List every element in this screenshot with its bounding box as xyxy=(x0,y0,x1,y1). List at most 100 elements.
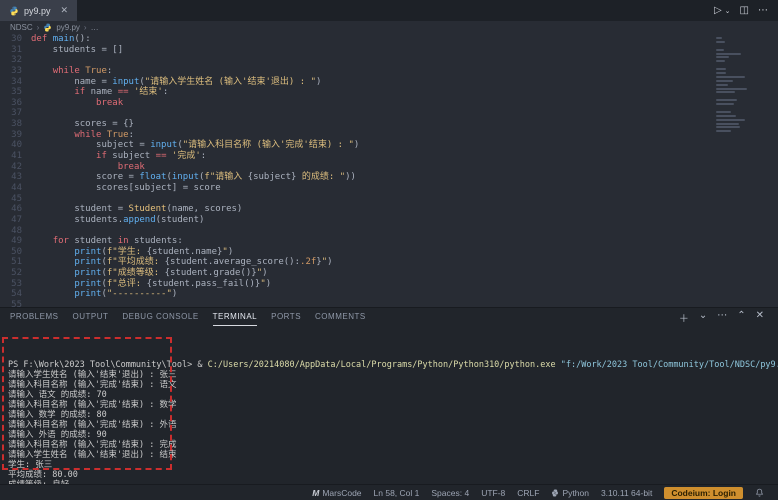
code-line[interactable]: 47 students.append(student) xyxy=(0,215,778,226)
marscode-status[interactable]: MMarsCode xyxy=(306,488,367,498)
panel-tab-problems[interactable]: PROBLEMS xyxy=(10,309,58,326)
panel-tab-comments[interactable]: COMMENTS xyxy=(315,309,366,326)
code-line[interactable]: 31 students = [] xyxy=(0,45,778,56)
encoding[interactable]: UTF-8 xyxy=(475,488,511,498)
bottom-panel: PROBLEMS OUTPUT DEBUG CONSOLE TERMINAL PORTS… xyxy=(0,307,778,484)
line-number: 40 xyxy=(0,140,31,151)
line-number: 39 xyxy=(0,130,31,141)
tab-py9[interactable]: py9.py ✕ xyxy=(0,0,77,21)
code-line[interactable]: 33 while True: xyxy=(0,66,778,77)
close-icon[interactable]: ✕ xyxy=(61,5,69,16)
code-line[interactable]: 43 score = float(input(f"请输入 {subject} 的… xyxy=(0,172,778,183)
line-number: 53 xyxy=(0,279,31,290)
terminal-line[interactable]: 请输入学生姓名 (输入'结束'退出) : 结束 xyxy=(8,450,778,460)
line-number: 45 xyxy=(0,194,31,205)
close-panel-button[interactable]: ✕ xyxy=(756,310,764,325)
terminal-line[interactable]: 请输入科目名称 (输入'完成'结束) : 语文 xyxy=(8,380,778,390)
python-interpreter[interactable]: 3.10.11 64-bit xyxy=(595,488,658,498)
code-line[interactable]: 41 if subject == '完成': xyxy=(0,151,778,162)
terminal-line[interactable]: 请输入学生姓名 (输入'结束'退出) : 张三 xyxy=(8,370,778,380)
new-terminal-button[interactable]: ＋ xyxy=(679,310,689,325)
code-line[interactable]: 48 xyxy=(0,226,778,237)
code-line[interactable]: 46 student = Student(name, scores) xyxy=(0,204,778,215)
line-number: 51 xyxy=(0,257,31,268)
status-bar: MMarsCode Ln 58, Col 1 Spaces: 4 UTF-8 CRLF P… xyxy=(0,484,778,500)
breadcrumb-file[interactable]: py9.py xyxy=(56,23,80,32)
code-line[interactable]: 51 print(f"平均成绩: {student.average_score(… xyxy=(0,257,778,268)
language-mode-python[interactable]: Python xyxy=(545,488,594,498)
minimap[interactable] xyxy=(716,37,764,138)
eol-sequence[interactable]: CRLF xyxy=(511,488,545,498)
panel-tab-output[interactable]: OUTPUT xyxy=(72,309,108,326)
terminal-line[interactable]: 平均成绩: 80.00 xyxy=(8,470,778,480)
line-number: 46 xyxy=(0,204,31,215)
terminal-line[interactable]: 请输入 外语 的成绩: 90 xyxy=(8,430,778,440)
code-line[interactable]: 52 print(f"成绩等级: {student.grade()}") xyxy=(0,268,778,279)
breadcrumb-folder[interactable]: NDSC xyxy=(10,23,33,32)
code-line[interactable]: 53 print(f"总评: {student.pass_fail()}") xyxy=(0,279,778,290)
terminal-line[interactable]: 请输入科目名称 (输入'完成'结束) : 外语 xyxy=(8,420,778,430)
terminal-line[interactable]: 成绩等级: 良好 xyxy=(8,480,778,484)
cursor-position[interactable]: Ln 58, Col 1 xyxy=(368,488,426,498)
code-line[interactable]: 54 print("----------") xyxy=(0,289,778,300)
code-editor[interactable]: 30def main():31 students = []3233 while … xyxy=(0,34,778,307)
line-number: 52 xyxy=(0,268,31,279)
terminal-output[interactable]: PS F:\Work\2023 Tool\Community\Tool> & C… xyxy=(0,327,778,484)
cursor-position-label: Ln 58, Col 1 xyxy=(374,488,420,498)
line-number: 54 xyxy=(0,289,31,300)
terminal-line[interactable]: 请输入 数学 的成绩: 80 xyxy=(8,410,778,420)
code-line[interactable]: 45 xyxy=(0,194,778,205)
code-line[interactable]: 49 for student in students: xyxy=(0,236,778,247)
line-number: 33 xyxy=(0,66,31,77)
python-interpreter-label: 3.10.11 64-bit xyxy=(601,488,652,498)
code-line[interactable]: 39 while True: xyxy=(0,130,778,141)
code-line[interactable]: 40 subject = input("请输入科目名称 (输入'完成'结束) :… xyxy=(0,140,778,151)
run-button[interactable]: ▷ xyxy=(714,5,722,16)
line-number: 35 xyxy=(0,87,31,98)
line-number: 48 xyxy=(0,226,31,237)
code-line[interactable]: 36 break xyxy=(0,98,778,109)
maximize-panel-button[interactable]: ⌃ xyxy=(737,310,745,325)
breadcrumb[interactable]: NDSC › py9.py › … xyxy=(0,21,778,34)
more-actions-button[interactable]: ⋯ xyxy=(758,5,768,16)
python-icon xyxy=(551,489,559,497)
code-line[interactable]: 50 print(f"学生: {student.name}") xyxy=(0,247,778,258)
line-number: 41 xyxy=(0,151,31,162)
code-line[interactable]: 37 xyxy=(0,108,778,119)
breadcrumb-symbol[interactable]: … xyxy=(91,23,99,32)
line-number: 34 xyxy=(0,77,31,88)
panel-tab-ports[interactable]: PORTS xyxy=(271,309,301,326)
panel-tab-terminal[interactable]: TERMINAL xyxy=(213,309,257,326)
marscode-icon: M xyxy=(312,488,319,498)
terminal-line[interactable]: PS F:\Work\2023 Tool\Community\Tool> & C… xyxy=(8,360,778,370)
code-line[interactable]: 32 xyxy=(0,55,778,66)
code-line[interactable]: 55 xyxy=(0,300,778,307)
vscode-window: py9.py ✕ ▷⌄◫⋯ NDSC › py9.py › … 30def ma… xyxy=(0,0,778,500)
language-mode-python-label: Python xyxy=(562,488,588,498)
terminal-line[interactable]: 请输入科目名称 (输入'完成'结束) : 数学 xyxy=(8,400,778,410)
line-number: 36 xyxy=(0,98,31,109)
notifications[interactable] xyxy=(749,488,770,497)
terminal-line[interactable]: 请输入 语文 的成绩: 70 xyxy=(8,390,778,400)
eol-sequence-label: CRLF xyxy=(517,488,539,498)
run-dropdown[interactable]: ⌄ xyxy=(725,7,731,15)
indentation[interactable]: Spaces: 4 xyxy=(425,488,475,498)
terminal-profile-dropdown[interactable]: ⌄ xyxy=(699,310,707,325)
terminal-more-button[interactable]: ⋯ xyxy=(717,310,727,325)
code-line[interactable]: 44 scores[subject] = score xyxy=(0,183,778,194)
split-editor-button[interactable]: ◫ xyxy=(740,5,749,16)
panel-tab-debug-console[interactable]: DEBUG CONSOLE xyxy=(122,309,198,326)
line-number: 43 xyxy=(0,172,31,183)
line-number: 50 xyxy=(0,247,31,258)
code-line[interactable]: 30def main(): xyxy=(0,34,778,45)
encoding-label: UTF-8 xyxy=(481,488,505,498)
terminal-line[interactable]: 请输入科目名称 (输入'完成'结束) : 完成 xyxy=(8,440,778,450)
code-line[interactable]: 42 break xyxy=(0,162,778,173)
terminal-line[interactable]: 学生: 张三 xyxy=(8,460,778,470)
codeium-login[interactable]: Codeium: Login xyxy=(658,487,749,499)
code-line[interactable]: 34 name = input("请输入学生姓名 (输入'结束'退出) : ") xyxy=(0,77,778,88)
indentation-label: Spaces: 4 xyxy=(431,488,469,498)
code-line[interactable]: 38 scores = {} xyxy=(0,119,778,130)
code-line[interactable]: 35 if name == '结束': xyxy=(0,87,778,98)
line-number: 37 xyxy=(0,108,31,119)
